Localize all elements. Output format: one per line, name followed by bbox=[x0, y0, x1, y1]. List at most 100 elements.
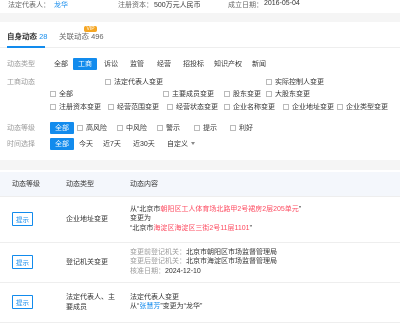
content-line: “北京市海淀区海淀区三街2号11层1101” bbox=[130, 224, 400, 234]
content-label: 核准日期： bbox=[130, 267, 165, 275]
table-header-row: 动态等级 动态类型 动态内容 bbox=[0, 172, 400, 197]
company-info-bar: 法定代表人： 龙华 注册资本： 500万元人民币 成立日期： 2016-05-0… bbox=[0, 0, 400, 12]
checkbox-label: 利好 bbox=[239, 125, 253, 132]
tab-related-label: 关联动态 bbox=[59, 32, 89, 41]
checkbox-label: 提示 bbox=[203, 125, 217, 132]
header-content: 动态内容 bbox=[118, 172, 400, 197]
active-tab-underline bbox=[7, 46, 45, 48]
content-highlight: 海淀区海淀区三街2号11层1101 bbox=[153, 224, 250, 232]
checkbox-legal-rep[interactable]: 法定代表人变更 bbox=[105, 77, 163, 87]
content-text: ”变更为“龙华” bbox=[160, 303, 203, 310]
filter-type-business[interactable]: 工商 bbox=[73, 58, 97, 70]
content-line: 法定代表人变更 bbox=[130, 293, 400, 303]
content-text: ” bbox=[298, 205, 302, 213]
checkbox-positive[interactable]: 利好 bbox=[230, 123, 253, 133]
table-row: 提示 企业地址变更 从“北京市朝阳区工人体育场北路甲2号裙房2层205单元” 变… bbox=[0, 196, 400, 243]
filter-type-all[interactable]: 全部 bbox=[54, 59, 68, 69]
tab-own-label: 自身动态 bbox=[7, 32, 37, 41]
checkbox-high-risk[interactable]: 高风险 bbox=[77, 123, 107, 133]
checkbox-members[interactable]: 主要成员变更 bbox=[163, 89, 214, 99]
founded-value: 2016-05-04 bbox=[264, 0, 300, 7]
type-cell: 法定代表人、主要成员 bbox=[54, 282, 118, 323]
checkbox-all[interactable]: 全部 bbox=[50, 89, 73, 99]
checkbox-address[interactable]: 企业地址变更 bbox=[283, 102, 334, 112]
checkbox-label: 法定代表人变更 bbox=[114, 79, 163, 86]
filter-type-label: 动态类型 bbox=[7, 61, 35, 68]
content-line: 核准日期：2024-12-10 bbox=[130, 267, 400, 277]
content-line: 变更后登记机关：北京市海淀区市场监督管理局 bbox=[130, 257, 400, 267]
filter-type-regulation[interactable]: 监管 bbox=[130, 59, 144, 69]
capital-label: 注册资本： bbox=[118, 2, 153, 9]
checkbox-mid-risk[interactable]: 中风险 bbox=[117, 123, 147, 133]
checkbox-status[interactable]: 经营状态变更 bbox=[167, 102, 218, 112]
header-level: 动态等级 bbox=[0, 172, 54, 197]
checkbox-label: 实际控制人变更 bbox=[275, 79, 324, 86]
filter-biz-label: 工商动态 bbox=[7, 79, 35, 86]
legal-rep-link[interactable]: 龙华 bbox=[54, 0, 68, 10]
person-link[interactable]: 张慧芳 bbox=[139, 303, 160, 310]
tab-own-dynamics[interactable]: 自身动态 28 bbox=[7, 31, 47, 42]
tab-related-count: 496 bbox=[91, 32, 104, 41]
filter-time-custom[interactable]: 自定义 bbox=[167, 139, 195, 149]
content-label: 变更前登记机关： bbox=[130, 248, 186, 256]
capital-value: 500万元人民币 bbox=[154, 2, 201, 9]
level-tag[interactable]: 提示 bbox=[12, 255, 33, 269]
content-cell: 从“北京市朝阳区工人体育场北路甲2号裙房2层205单元” 变更为 “北京市海淀区… bbox=[118, 196, 400, 243]
checkbox-label: 高风险 bbox=[86, 125, 107, 132]
checkbox-scope[interactable]: 经营范围变更 bbox=[108, 102, 159, 112]
filter-type-litigation[interactable]: 诉讼 bbox=[104, 59, 118, 69]
content-text: 变更为 bbox=[130, 215, 151, 223]
checkbox-major-shareholder[interactable]: 大股东变更 bbox=[266, 89, 310, 99]
checkbox-label: 经营状态变更 bbox=[176, 104, 218, 111]
checkbox-label: 注册资本变更 bbox=[59, 104, 101, 111]
checkbox-notice[interactable]: 提示 bbox=[194, 123, 217, 133]
content-text: 法定代表人变更 bbox=[130, 293, 179, 301]
checkbox-label: 警示 bbox=[166, 125, 180, 132]
legal-rep-label: 法定代表人： bbox=[8, 2, 50, 9]
filter-time-label: 时间选择 bbox=[7, 141, 35, 148]
content-line: 从“张慧芳”变更为“龙华” bbox=[130, 302, 400, 312]
content-line: 从“北京市朝阳区工人体育场北路甲2号裙房2层205单元” bbox=[130, 205, 400, 215]
type-cell: 登记机关变更 bbox=[54, 242, 118, 283]
filter-type-bidding[interactable]: 招投标 bbox=[183, 59, 204, 69]
tab-related-dynamics[interactable]: 关联动态 496 bbox=[59, 31, 104, 42]
content-cell: 变更前登记机关：北京市朝阳区市场监督管理局 变更后登记机关：北京市海淀区市场监督… bbox=[118, 242, 400, 283]
content-text: 从“ bbox=[130, 303, 140, 310]
checkbox-controller[interactable]: 实际控制人变更 bbox=[266, 77, 324, 87]
table-row: 提示 登记机关变更 变更前登记机关：北京市朝阳区市场监督管理局 变更后登记机关：… bbox=[0, 242, 400, 283]
filter-time-custom-label: 自定义 bbox=[167, 141, 188, 148]
level-cell: 提示 bbox=[0, 242, 54, 283]
checkbox-name[interactable]: 企业名称变更 bbox=[224, 102, 275, 112]
dynamics-tabs: 自身动态 28 关联动态 496 bbox=[0, 22, 400, 48]
filter-level-all[interactable]: 全部 bbox=[50, 122, 74, 134]
checkbox-warning[interactable]: 警示 bbox=[157, 123, 180, 133]
checkbox-capital[interactable]: 注册资本变更 bbox=[50, 102, 101, 112]
content-line: 变更为 bbox=[130, 214, 400, 224]
level-tag[interactable]: 提示 bbox=[12, 295, 33, 309]
checkbox-label: 大股东变更 bbox=[275, 91, 310, 98]
filter-time-30days[interactable]: 近30天 bbox=[133, 139, 155, 149]
table-row: 提示 法定代表人、主要成员 法定代表人变更 从“张慧芳”变更为“龙华” bbox=[0, 282, 400, 323]
founded-label: 成立日期： bbox=[228, 2, 263, 9]
filter-type-operation[interactable]: 经营 bbox=[157, 59, 171, 69]
checkbox-shareholder[interactable]: 股东变更 bbox=[224, 89, 261, 99]
filter-type-news[interactable]: 新闻 bbox=[252, 59, 266, 69]
checkbox-label: 经营范围变更 bbox=[117, 104, 159, 111]
content-label: 变更后登记机关： bbox=[130, 258, 186, 266]
content-value: 北京市海淀区市场监督管理局 bbox=[186, 258, 277, 266]
content-text: 从“北京市 bbox=[130, 205, 161, 213]
content-text: “北京市 bbox=[130, 224, 154, 232]
level-tag[interactable]: 提示 bbox=[12, 212, 33, 226]
level-cell: 提示 bbox=[0, 282, 54, 323]
filter-time-today[interactable]: 今天 bbox=[79, 139, 93, 149]
filter-type-ip[interactable]: 知识产权 bbox=[214, 59, 242, 69]
filter-time-all[interactable]: 全部 bbox=[50, 138, 74, 150]
checkbox-type[interactable]: 企业类型变更 bbox=[337, 102, 388, 112]
level-cell: 提示 bbox=[0, 196, 54, 243]
checkbox-label: 企业地址变更 bbox=[292, 104, 334, 111]
filter-time-7days[interactable]: 近7天 bbox=[103, 139, 121, 149]
checkbox-label: 股东变更 bbox=[233, 91, 261, 98]
checkbox-label: 企业名称变更 bbox=[233, 104, 275, 111]
checkbox-label: 中风险 bbox=[126, 125, 147, 132]
vip-badge: VIP bbox=[84, 26, 97, 32]
